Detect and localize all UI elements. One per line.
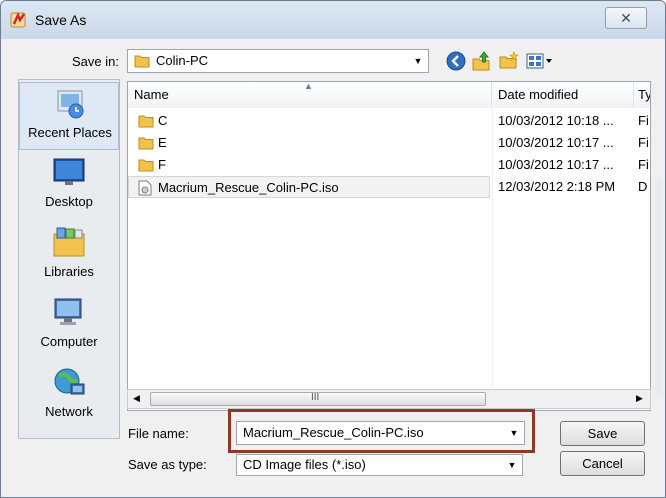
scroll-right-icon[interactable]: ▶ [636,393,643,404]
save-type-label: Save as type: [128,457,207,472]
column-header-label: Name [134,87,169,102]
column-header-date[interactable]: Date modified [492,82,634,108]
title-bar: Save As ✕ [1,1,665,39]
cancel-button[interactable]: Cancel [560,451,645,476]
file-name: E [158,135,167,150]
file-name-label: File name: [128,426,189,441]
computer-icon [54,298,82,325]
file-name: C [158,113,168,128]
save-as-dialog: Save As ✕ Save in: Colin-PC ▼ Recent Pla… [0,0,666,498]
chevron-down-icon: ▼ [507,460,517,470]
save-in-value: Colin-PC [156,53,209,68]
save-type-dropdown[interactable]: CD Image files (*.iso) ▼ [236,454,523,476]
file-row-c[interactable]: C 10/03/2012 10:18 ... Fi [128,110,650,132]
file-date: 10/03/2012 10:18 ... [498,113,614,128]
place-label: Recent Places [28,125,112,140]
place-label: Computer [40,334,98,349]
column-header-name[interactable]: Name ▲ [128,82,492,108]
column-header-type[interactable]: Ty [634,82,651,108]
back-icon[interactable] [445,50,467,72]
file-row-e[interactable]: E 10/03/2012 10:17 ... Fi [128,132,650,154]
close-button[interactable]: ✕ [605,7,647,29]
save-button[interactable]: Save [560,421,645,446]
file-date: 10/03/2012 10:17 ... [498,157,614,172]
sort-ascending-icon: ▲ [304,81,313,91]
column-header-label: Date modified [498,87,579,102]
save-in-dropdown[interactable]: Colin-PC ▼ [127,49,429,73]
column-header-label: Ty [638,87,651,102]
folder-icon [134,55,150,68]
close-icon: ✕ [620,9,632,26]
macrium-app-icon [10,11,26,28]
file-date: 12/03/2012 2:18 PM [498,179,616,194]
save-type-value: CD Image files (*.iso) [243,457,366,472]
network-icon [54,368,85,395]
file-date: 10/03/2012 10:17 ... [498,135,614,150]
file-type: D [638,179,648,194]
scroll-left-icon[interactable]: ◀ [133,393,140,404]
file-name: Macrium_Rescue_Colin-PC.iso [158,180,339,195]
file-type: Fi [638,135,649,150]
place-libraries[interactable]: Libraries [19,222,119,290]
highlight-box [228,409,535,453]
folder-icon [138,159,154,172]
chevron-down-icon: ▼ [413,56,423,66]
recent-places-icon [57,90,84,119]
up-folder-icon[interactable] [471,50,493,72]
desktop-icon [53,158,85,185]
file-row-macrium-iso[interactable]: Macrium_Rescue_Colin-PC.iso [128,176,490,198]
places-bar: Recent Places Desktop Libraries Computer… [18,79,120,439]
window-title: Save As [35,12,87,28]
horizontal-scrollbar[interactable]: ◀ III ▶ [127,389,651,409]
place-computer[interactable]: Computer [19,292,119,360]
file-name: F [158,157,166,172]
place-label: Libraries [44,264,94,279]
view-menu-icon[interactable] [525,50,555,72]
file-type: Fi [638,157,649,172]
save-in-label: Save in: [72,54,119,69]
place-label: Desktop [45,194,93,209]
file-type: Fi [638,113,649,128]
scroll-grip: III [311,392,320,403]
libraries-icon [53,227,85,257]
file-row-macrium-iso-details[interactable]: 12/03/2012 2:18 PM D [492,176,650,198]
file-list[interactable]: Name ▲ Date modified Ty C 10/03/2012 10:… [127,81,651,411]
folder-icon [138,115,154,128]
place-label: Network [45,404,93,419]
file-row-f[interactable]: F 10/03/2012 10:17 ... Fi [128,154,650,176]
place-desktop[interactable]: Desktop [19,152,119,220]
folder-icon [138,137,154,150]
new-folder-icon[interactable] [498,50,520,72]
scroll-thumb[interactable]: III [150,392,486,406]
place-recent-places[interactable]: Recent Places [19,82,119,150]
vertical-scrollbar-edge [655,177,663,397]
place-network[interactable]: Network [19,362,119,430]
iso-file-icon [138,180,152,196]
